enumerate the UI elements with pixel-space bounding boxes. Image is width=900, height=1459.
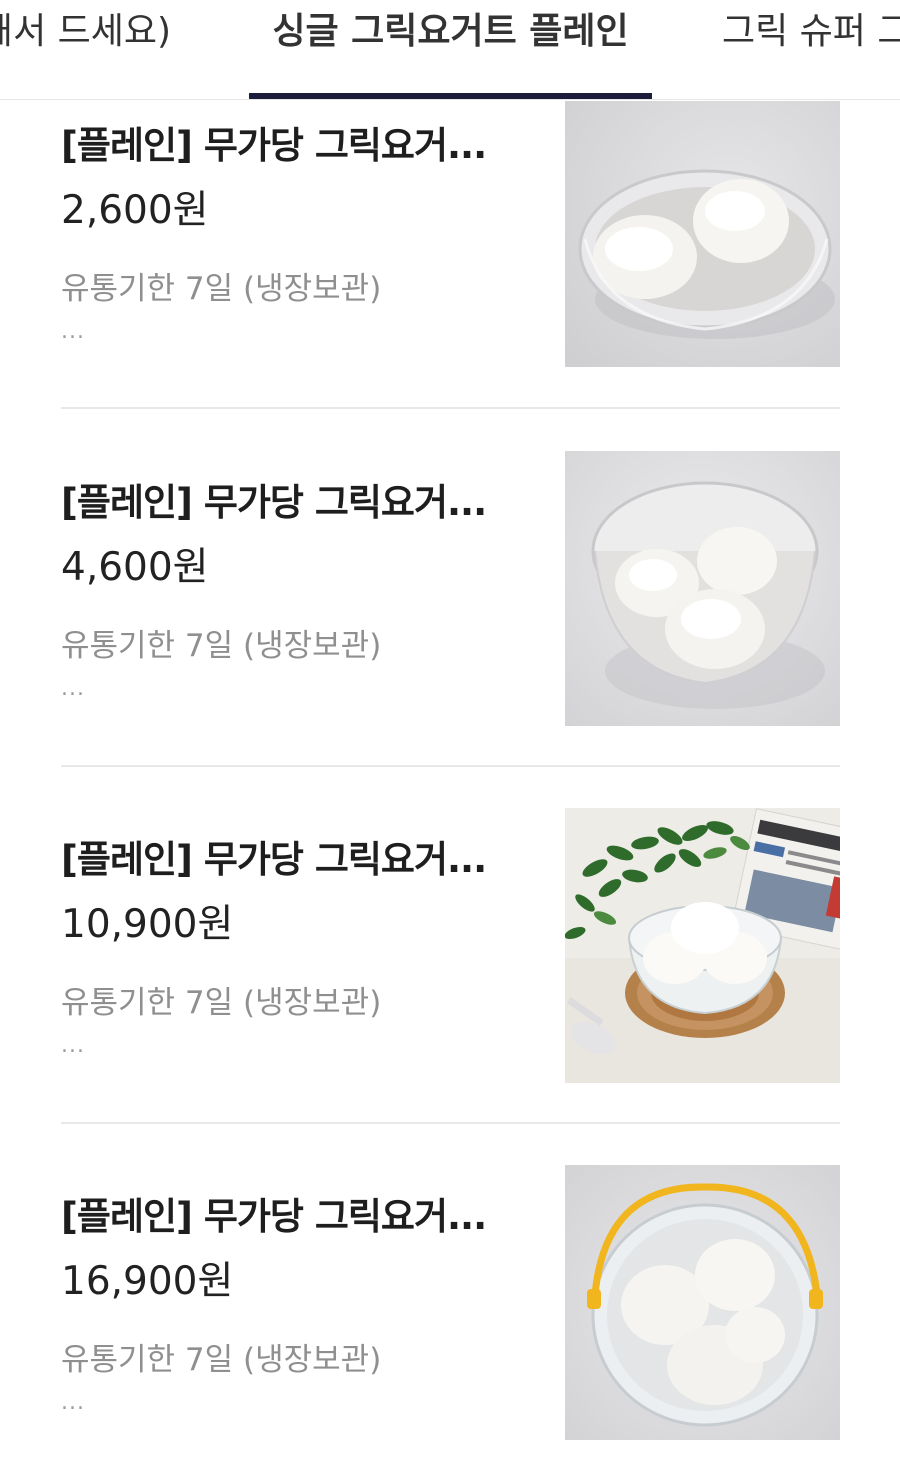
product-shelf-life: 유통기한 7일 (냉장보관) <box>61 1342 382 1378</box>
product-image[interactable] <box>565 101 840 367</box>
product-shelf-life: 유통기한 7일 (냉장보관) <box>61 628 382 664</box>
tab-label: 싱글 그릭요거트 플레인 <box>272 11 629 52</box>
product-shelf-life: 유통기한 7일 (냉장보관) <box>61 271 382 307</box>
product-price: 2,600원 <box>61 188 209 233</box>
product-name: [플레인] 무가당 그릭요거... <box>61 1195 487 1238</box>
product-item[interactable]: [플레인] 무가당 그릭요거... 10,900원 유통기한 7일 (냉장보관)… <box>0 808 900 1172</box>
product-image[interactable] <box>565 1165 840 1440</box>
list-divider <box>61 407 840 409</box>
product-more-text: ... <box>61 676 85 701</box>
product-price: 16,900원 <box>61 1259 234 1304</box>
product-more-text: ... <box>61 1033 85 1058</box>
product-item[interactable]: [플레인] 무가당 그릭요거... 2,600원 유통기한 7일 (냉장보관) … <box>0 101 900 458</box>
product-image[interactable] <box>565 808 840 1083</box>
product-list: [플레인] 무가당 그릭요거... 2,600원 유통기한 7일 (냉장보관) … <box>0 101 900 1459</box>
list-divider <box>61 1122 840 1124</box>
product-name: [플레인] 무가당 그릭요거... <box>61 838 487 881</box>
product-image[interactable] <box>565 451 840 726</box>
list-divider <box>61 765 840 767</box>
product-more-text: ... <box>61 319 85 344</box>
category-tab-bar: 왜서 드세요) 싱글 그릭요거트 플레인 그릭 슈퍼 그 <box>0 0 900 100</box>
product-item[interactable]: [플레인] 무가당 그릭요거... 4,600원 유통기한 7일 (냉장보관) … <box>0 451 900 815</box>
tab-single-greek-yogurt-plain[interactable]: 싱글 그릭요거트 플레인 <box>249 0 652 99</box>
product-price: 10,900원 <box>61 902 234 947</box>
product-price: 4,600원 <box>61 545 209 590</box>
tab-next[interactable]: 그릭 슈퍼 그 <box>722 0 900 99</box>
tab-previous[interactable]: 왜서 드세요) <box>0 0 200 99</box>
product-shelf-life: 유통기한 7일 (냉장보관) <box>61 985 382 1021</box>
product-name: [플레인] 무가당 그릭요거... <box>61 124 487 167</box>
product-name: [플레인] 무가당 그릭요거... <box>61 481 487 524</box>
product-more-text: ... <box>61 1390 85 1415</box>
active-tab-indicator <box>249 93 652 99</box>
product-item[interactable]: [플레인] 무가당 그릭요거... 16,900원 유통기한 7일 (냉장보관)… <box>0 1165 900 1459</box>
